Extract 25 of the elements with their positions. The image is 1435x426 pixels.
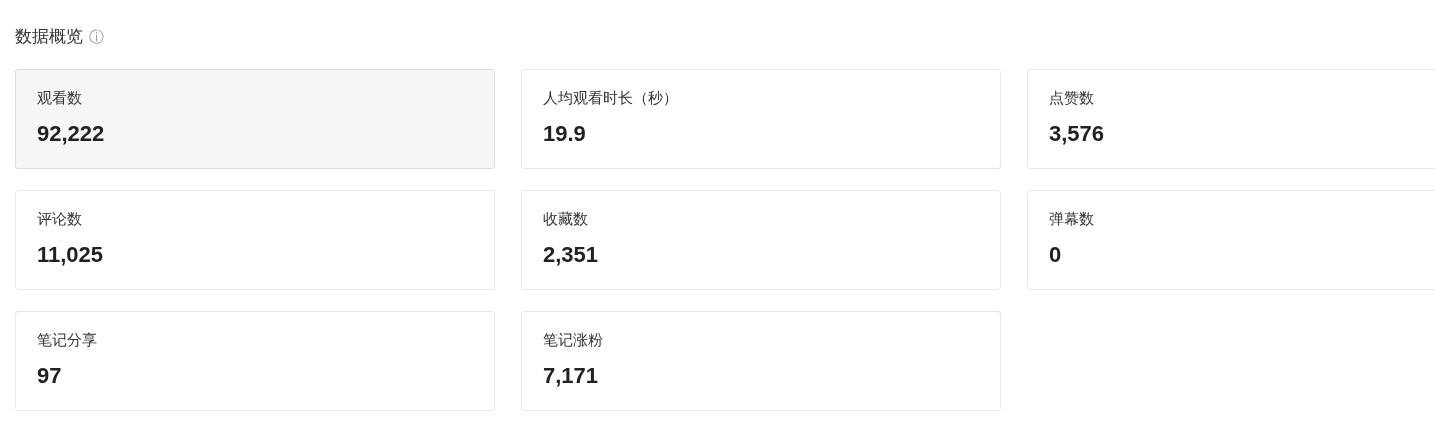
metric-value: 97: [37, 362, 62, 390]
metric-card[interactable]: 收藏数 2,351: [521, 190, 1001, 290]
metric-value: 2,351: [543, 241, 599, 269]
metric-label: 收藏数: [543, 209, 588, 230]
metric-value: 19.9: [543, 120, 586, 148]
metric-card[interactable]: 笔记分享 97: [15, 311, 495, 411]
metric-label: 笔记分享: [37, 330, 97, 351]
metric-value: 7,171: [543, 362, 599, 390]
metric-card[interactable]: 评论数 11,025: [15, 190, 495, 290]
metric-label: 人均观看时长（秒）: [543, 88, 678, 109]
section-title: 数据概览: [15, 25, 83, 49]
metric-value: 0: [1049, 241, 1062, 269]
metric-label: 弹幕数: [1049, 209, 1094, 230]
metric-card[interactable]: 观看数 92,222: [15, 69, 495, 169]
metric-value: 3,576: [1049, 120, 1105, 148]
metric-card[interactable]: 笔记涨粉 7,171: [521, 311, 1001, 411]
metric-label: 评论数: [37, 209, 82, 230]
metric-label: 笔记涨粉: [543, 330, 603, 351]
metric-value: 11,025: [37, 241, 104, 269]
metric-card[interactable]: 弹幕数 0: [1027, 190, 1435, 290]
metric-card[interactable]: 点赞数 3,576: [1027, 69, 1435, 169]
metric-label: 点赞数: [1049, 88, 1094, 109]
metric-card[interactable]: 人均观看时长（秒） 19.9: [521, 69, 1001, 169]
metric-label: 观看数: [37, 88, 82, 109]
metric-value: 92,222: [37, 120, 105, 148]
